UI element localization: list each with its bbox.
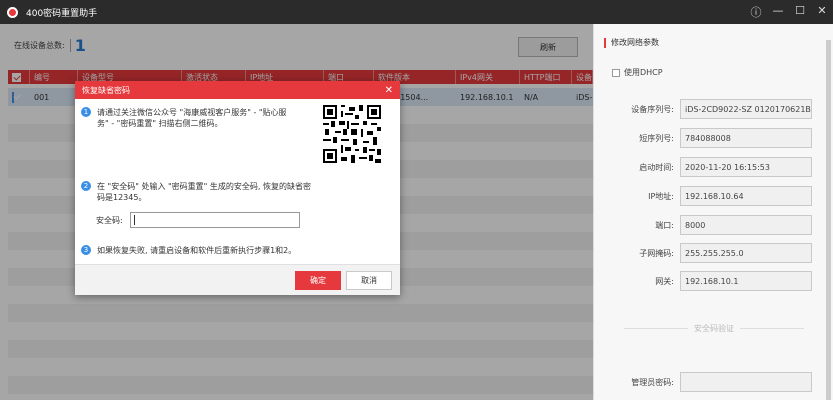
step-2-text: 在 "安全码" 处输入 "密码重置" 生成的安全码, 恢复的缺省密 码是1234… [97, 182, 311, 202]
security-section-divider: 安全码验证 [624, 323, 804, 334]
dialog-title: 恢复缺省密码 [82, 85, 130, 95]
accent-bar [604, 37, 606, 48]
restore-password-dialog: 恢复缺省密码 ✕ 1 请通过关注微信公众号 "海康威视客户服务" - "贴心服 … [75, 81, 400, 295]
ip-field[interactable]: 192.168.10.64 [680, 186, 812, 206]
step-3: 3 如果恢复失败, 请重启设备和软件后重新执行步骤1和2。 [81, 245, 381, 256]
title-bar: 400密码重置助手 ⓘ — ☐ ✕ [0, 0, 833, 24]
cancel-button[interactable]: 取消 [346, 271, 392, 290]
qr-code-icon [323, 105, 381, 163]
step-1: 1 请通过关注微信公众号 "海康威视客户服务" - "贴心服 务" - "密码重… [81, 107, 316, 129]
admin-password-field[interactable] [680, 372, 812, 392]
security-section-title: 安全码验证 [694, 324, 734, 333]
panel-title-text: 修改网络参数 [611, 38, 659, 47]
step-number-icon: 3 [81, 245, 91, 255]
subnet-label: 子网掩码: [639, 249, 674, 258]
port-field[interactable]: 8000 [680, 215, 812, 235]
divider-line [740, 328, 804, 329]
app-title: 400密码重置助手 [26, 8, 98, 19]
serial-label: 设备序列号: [631, 105, 674, 114]
dhcp-checkbox[interactable]: 使用DHCP [612, 67, 663, 78]
boot-time-field[interactable]: 2020-11-20 16:15:53 [680, 157, 812, 177]
admin-password-label: 管理员密码: [631, 378, 674, 387]
network-params-panel: 修改网络参数 使用DHCP 设备序列号: iDS-2CD9022-SZ 0120… [593, 24, 833, 400]
step-3-text: 如果恢复失败, 请重启设备和软件后重新执行步骤1和2。 [97, 246, 297, 255]
step-2: 2 在 "安全码" 处输入 "密码重置" 生成的安全码, 恢复的缺省密 码是12… [81, 181, 381, 203]
dhcp-label: 使用DHCP [624, 68, 663, 77]
step-1-text: 请通过关注微信公众号 "海康威视客户服务" - "贴心服 务" - "密码重置"… [97, 108, 287, 128]
close-button[interactable]: ✕ [811, 4, 833, 20]
info-icon[interactable]: ⓘ [745, 4, 767, 20]
maximize-button[interactable]: ☐ [789, 4, 811, 20]
minimize-button[interactable]: — [767, 4, 789, 20]
short-serial-field[interactable]: 784088008 [680, 128, 812, 148]
scrollbar[interactable] [826, 40, 831, 400]
dialog-header: 恢复缺省密码 ✕ [75, 81, 400, 99]
security-code-label: 安全码: [96, 216, 123, 225]
dialog-close-button[interactable]: ✕ [385, 85, 393, 96]
checkbox-icon [612, 68, 620, 77]
divider-line [624, 328, 688, 329]
security-code-input[interactable] [130, 212, 300, 228]
panel-title: 修改网络参数 [604, 37, 659, 48]
subnet-field[interactable]: 255.255.255.0 [680, 243, 812, 263]
ip-label: IP地址: [648, 192, 674, 201]
gateway-label: 网关: [655, 277, 674, 286]
confirm-button[interactable]: 确定 [295, 271, 341, 290]
serial-field[interactable]: iDS-2CD9022-SZ 0120170621B0C0 [680, 99, 812, 119]
app-logo-icon [7, 6, 18, 18]
window-controls: ⓘ — ☐ ✕ [745, 4, 833, 20]
gateway-field[interactable]: 192.168.10.1 [680, 271, 812, 291]
step-number-icon: 2 [81, 181, 91, 191]
short-serial-label: 短序列号: [639, 134, 674, 143]
dialog-footer: 确定 取消 [75, 264, 400, 295]
boot-time-label: 启动时间: [639, 163, 674, 172]
port-label: 端口: [655, 221, 674, 230]
step-number-icon: 1 [81, 107, 91, 117]
